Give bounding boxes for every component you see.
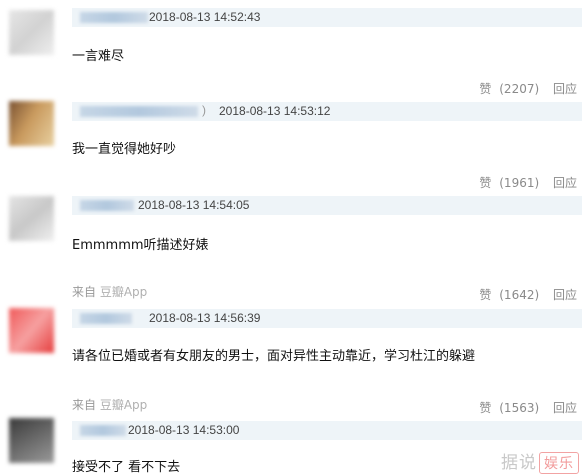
username[interactable] [80, 106, 198, 117]
comment-text: 一言难尽 [72, 49, 125, 64]
comment-header: 2018-08-13 14:53:00 [72, 421, 582, 440]
like-button[interactable]: 赞 (1563) [475, 401, 539, 415]
watermark-badge: 娱乐 [539, 452, 579, 474]
username-paren: ) [202, 103, 206, 117]
timestamp: 2018-08-13 14:56:39 [149, 311, 261, 325]
comment-header: 2018-08-13 14:54:05 [72, 196, 582, 215]
username[interactable] [80, 425, 126, 436]
username[interactable] [80, 200, 134, 211]
comment-source: 来自 豆瓣App [72, 396, 147, 413]
source-prefix: 来自 [72, 285, 97, 299]
timestamp: 2018-08-13 14:53:00 [128, 423, 240, 437]
username[interactable] [80, 313, 132, 324]
source-prefix: 来自 [72, 398, 97, 412]
timestamp: 2018-08-13 14:53:12 [219, 104, 331, 118]
watermark: 据说 娱乐 [501, 448, 579, 474]
comment-text: 我一直觉得她好吵 [72, 142, 177, 157]
comment-text: Emmmmm听描述好婊 [72, 238, 209, 253]
comment-header: 2018-08-13 14:52:43 [72, 8, 582, 27]
avatar[interactable] [9, 10, 54, 55]
timestamp: 2018-08-13 14:54:05 [138, 198, 250, 212]
comment-text: 接受不了 看不下去 [72, 460, 181, 475]
source-app-link[interactable]: 豆瓣App [100, 398, 147, 412]
like-label: 赞 [479, 176, 492, 190]
avatar[interactable] [9, 101, 54, 146]
username[interactable] [80, 12, 148, 23]
like-button[interactable]: 赞 (2207) [475, 82, 539, 96]
source-app-link[interactable]: 豆瓣App [100, 285, 147, 299]
comment-actions: 赞 (1642) 回应 [471, 286, 577, 303]
comment-actions: 赞 (1961) 回应 [471, 174, 577, 191]
comment-text: 请各位已婚或者有女朋友的男士，面对异性主动靠近，学习杜江的躲避 [72, 349, 476, 364]
comment-header: 2018-08-13 14:56:39 [72, 309, 582, 328]
like-count: (1642) [499, 288, 540, 302]
like-count: (2207) [499, 82, 540, 96]
reply-button[interactable]: 回应 [553, 82, 577, 96]
like-label: 赞 [479, 82, 492, 96]
like-count: (1961) [499, 176, 540, 190]
like-button[interactable]: 赞 (1642) [475, 288, 539, 302]
reply-button[interactable]: 回应 [553, 401, 577, 415]
comment-header: ) 2018-08-13 14:53:12 [72, 102, 582, 121]
like-count: (1563) [499, 401, 540, 415]
timestamp: 2018-08-13 14:52:43 [149, 10, 261, 24]
like-label: 赞 [479, 401, 492, 415]
reply-button[interactable]: 回应 [553, 288, 577, 302]
reply-button[interactable]: 回应 [553, 176, 577, 190]
avatar[interactable] [9, 196, 54, 241]
avatar[interactable] [9, 308, 54, 353]
like-label: 赞 [479, 288, 492, 302]
like-button[interactable]: 赞 (1961) [475, 176, 539, 190]
watermark-text: 据说 [501, 453, 537, 473]
comment-actions: 赞 (2207) 回应 [471, 80, 577, 97]
comment-actions: 赞 (1563) 回应 [471, 399, 577, 416]
avatar[interactable] [9, 418, 54, 463]
comment-source: 来自 豆瓣App [72, 283, 147, 300]
